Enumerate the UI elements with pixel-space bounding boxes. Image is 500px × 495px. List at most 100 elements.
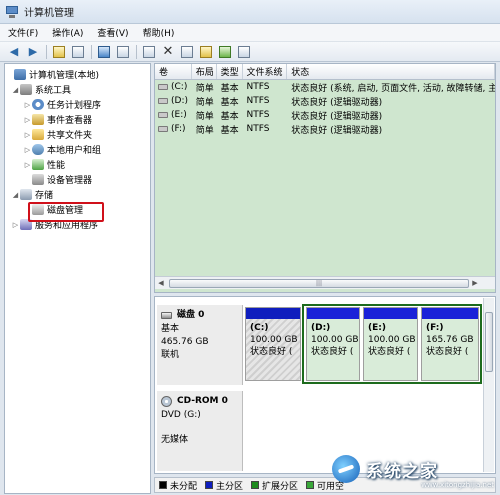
scrollbar-thumb[interactable] [485,312,493,372]
open-icon[interactable] [198,44,214,60]
volume-layout: 简单 [195,97,214,108]
partition-size: 100.00 GB [368,335,416,345]
scroll-left-icon[interactable]: ◀ [155,279,167,287]
partition-f[interactable]: (F:) 165.76 GB 状态良好 ( [421,307,479,381]
partition-status: 状态良好 ( [311,347,354,357]
disk0-label[interactable]: 磁盘 0 基本 465.76 GB 联机 [157,305,243,385]
volume-name: (D:) [171,96,188,106]
partition-label: (F:) [426,323,444,333]
expand-arrow-icon[interactable]: ▷ [23,161,32,169]
menu-view[interactable]: 查看(V) [97,26,128,39]
volume-status: 状态良好 (系统, 启动, 页面文件, 活动, 故障转储, 主分区) [291,83,495,94]
tree-item-label: 任务计划程序 [47,101,102,111]
tree-item-label: 存储 [35,191,54,201]
show-hide-tree-icon[interactable] [70,44,86,60]
collapse-arrow-icon[interactable]: ◢ [11,191,20,199]
table-row[interactable]: (E:) 简单 基本 NTFS 状态良好 (逻辑驱动器) [155,108,495,122]
volume-icon [158,98,168,104]
delete-icon[interactable]: ✕ [160,44,176,60]
help-icon[interactable] [96,44,112,60]
expand-arrow-icon[interactable]: ▷ [23,131,32,139]
volume-status: 状态良好 (逻辑驱动器) [291,125,383,136]
tree-item-system-tools[interactable]: ◢ 系统工具 [5,82,150,97]
cdrom-media: 无媒体 [161,435,189,445]
up-folder-icon[interactable] [51,44,67,60]
partition-c[interactable]: (C:) 100.00 GB 状态良好 ( [245,307,301,381]
properties-icon[interactable] [179,44,195,60]
performance-icon [32,159,44,170]
volume-list-header: 卷 布局 类型 文件系统 状态 [155,64,495,80]
search-icon[interactable] [217,44,233,60]
expand-arrow-icon[interactable]: ▷ [23,116,32,124]
column-header-filesystem[interactable]: 文件系统 [243,64,288,79]
tree-item-performance[interactable]: ▷ 性能 [5,157,150,172]
clock-icon [32,99,44,110]
tools-icon [20,84,32,95]
legend-item: 扩展分区 [251,479,298,492]
table-row[interactable]: (D:) 简单 基本 NTFS 状态良好 (逻辑驱动器) [155,94,495,108]
volume-status: 状态良好 (逻辑驱动器) [291,97,383,108]
settings-icon[interactable] [236,44,252,60]
menu-action[interactable]: 操作(A) [52,26,83,39]
menu-file[interactable]: 文件(F) [8,26,38,39]
volume-filesystem: NTFS [246,96,270,106]
window-title: 计算机管理 [24,8,74,19]
volume-type: 基本 [220,97,239,108]
volume-type: 基本 [220,125,239,136]
legend-swatch [205,481,214,489]
scrollbar-thumb[interactable]: ||| [169,278,469,288]
toolbar: ◀ ▶ ✕ [0,42,500,62]
tree-item-local-users[interactable]: ▷ 本地用户和组 [5,142,150,157]
column-header-status[interactable]: 状态 [287,64,495,79]
back-icon[interactable]: ◀ [6,44,22,60]
column-header-type[interactable]: 类型 [217,64,243,79]
watermark-logo-icon [332,455,360,483]
tree-item-shared-folders[interactable]: ▷ 共享文件夹 [5,127,150,142]
tree-item-label: 本地用户和组 [47,146,102,156]
storage-icon [20,189,32,200]
partition-status: 状态良好 ( [368,347,411,357]
export-list-icon[interactable] [141,44,157,60]
scroll-right-icon[interactable]: ▶ [469,279,481,287]
device-manager-icon [32,174,44,185]
horizontal-scrollbar[interactable]: ◀ ||| ▶ [155,276,495,289]
menu-help[interactable]: 帮助(H) [143,26,175,39]
column-header-volume[interactable]: 卷 [155,64,192,79]
export-icon[interactable] [115,44,131,60]
legend-swatch [251,481,260,489]
tree-item-task-scheduler[interactable]: ▷ 任务计划程序 [5,97,150,112]
collapse-arrow-icon[interactable]: ◢ [11,86,20,94]
legend-label: 扩展分区 [262,481,299,492]
table-row[interactable]: (F:) 简单 基本 NTFS 状态良好 (逻辑驱动器) [155,122,495,136]
legend-swatch [159,481,167,489]
disk-size: 465.76 GB [161,337,209,347]
tree-item-label: 性能 [47,161,66,171]
tree-item-label: 计算机管理(本地) [29,71,100,81]
forward-icon[interactable]: ▶ [25,44,41,60]
tree-item-device-manager[interactable]: 设备管理器 [5,172,150,187]
partition-label: (C:) [250,323,269,333]
expand-arrow-icon[interactable]: ▷ [23,146,32,154]
column-header-layout[interactable]: 布局 [192,64,217,79]
expand-arrow-icon[interactable]: ▷ [23,101,32,109]
expand-arrow-icon[interactable]: ▷ [11,221,20,229]
tree-item-computer-management[interactable]: 计算机管理(本地) [5,67,150,82]
volume-icon [158,112,168,118]
disk-name: CD-ROM 0 [177,396,228,406]
computer-management-icon [5,5,19,19]
cdrom-label[interactable]: CD-ROM 0 DVD (G:) 无媒体 [157,391,243,471]
volume-filesystem: NTFS [246,124,270,134]
volume-layout: 简单 [195,83,214,94]
menu-bar: 文件(F) 操作(A) 查看(V) 帮助(H) [0,24,500,42]
volume-filesystem: NTFS [246,110,270,120]
table-row[interactable]: (C:) 简单 基本 NTFS 状态良好 (系统, 启动, 页面文件, 活动, … [155,80,495,94]
partition-e[interactable]: (E:) 100.00 GB 状态良好 ( [363,307,418,381]
partition-size: 165.76 GB [426,335,474,345]
partition-label: (D:) [311,323,331,333]
watermark: 系统之家 www.xitongzhijia.net [332,446,500,492]
tree-item-event-viewer[interactable]: ▷ 事件查看器 [5,112,150,127]
partition-d[interactable]: (D:) 100.00 GB 状态良好 ( [306,307,360,381]
tree-item-storage[interactable]: ◢ 存储 [5,187,150,202]
volume-type: 基本 [220,83,239,94]
event-viewer-icon [32,114,44,125]
